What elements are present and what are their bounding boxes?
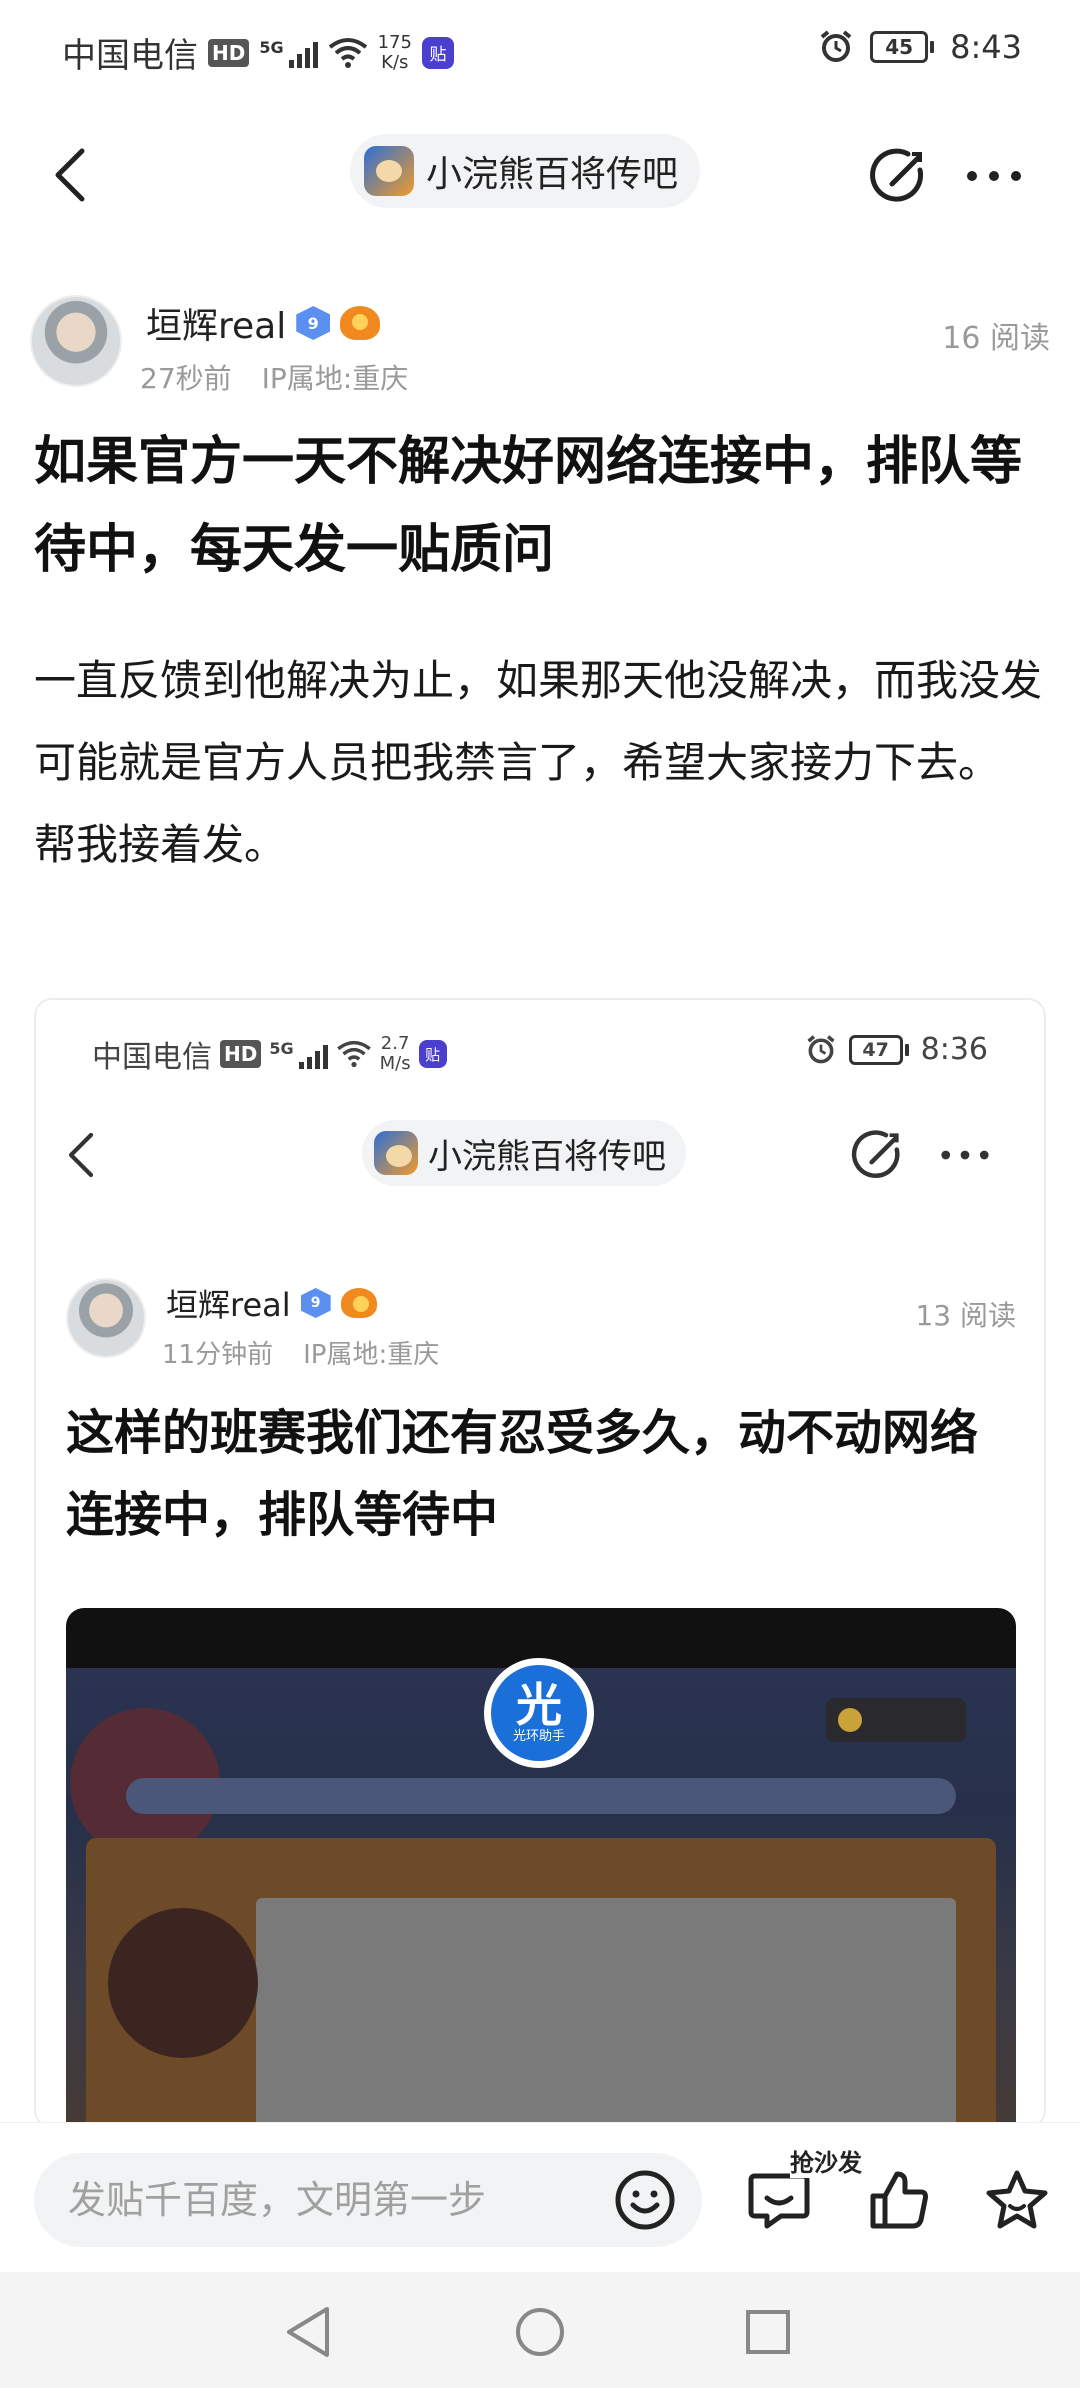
embedded-post-meta: 11分钟前 IP属地:重庆	[162, 1334, 439, 1371]
embedded-hd-badge: HD	[220, 1040, 262, 1068]
post-body: 一直反馈到他解决为止，如果那天他没解决，而我没发可能就是官方人员把我禁言了，希望…	[34, 656, 1043, 869]
forum-avatar	[364, 146, 414, 196]
system-recents-button[interactable]	[738, 2302, 798, 2362]
game-dialog	[256, 1898, 956, 2126]
more-button[interactable]	[962, 144, 1026, 208]
wifi-icon	[328, 37, 367, 68]
embedded-battery-icon: 47	[848, 1034, 909, 1065]
ip-location: IP属地:重庆	[261, 362, 409, 395]
back-button[interactable]	[40, 140, 100, 210]
avatar[interactable]	[30, 295, 122, 387]
like-button[interactable]	[862, 2163, 936, 2237]
emoji-icon	[615, 2170, 675, 2230]
system-nav-bar	[0, 2272, 1080, 2388]
status-bar: 中国电信 HD 5G 175 K/s 贴 45 8:43	[0, 0, 1080, 110]
embedded-medal-icon	[340, 1288, 377, 1318]
embedded-status-right: 47 8:36	[805, 1032, 988, 1067]
embedded-read-count: 13 阅读	[915, 1299, 1016, 1332]
edit-icon	[870, 148, 924, 202]
thumbs-up-icon	[870, 2171, 928, 2229]
hd-badge: HD	[208, 38, 250, 67]
star-icon	[986, 2170, 1048, 2229]
embedded-author-row: 垣辉real 9 11分钟前 IP属地:重庆 13 阅读	[66, 1278, 1016, 1371]
battery-icon: 45	[870, 31, 935, 63]
embedded-net-speed-unit: M/s	[379, 1053, 411, 1074]
forum-name-pill[interactable]: 小浣熊百将传吧	[350, 134, 701, 208]
embedded-back-arrow-icon	[68, 1132, 94, 1178]
embedded-status-left: 中国电信 HD 5G 2.7 M/s 贴	[92, 1032, 447, 1076]
embedded-battery-level: 47	[848, 1034, 903, 1065]
embedded-author-name: 垣辉real	[166, 1286, 291, 1324]
embedded-forum-name: 小浣熊百将传吧	[428, 1136, 666, 1177]
alarm-icon	[820, 30, 852, 62]
post-meta: 27秒前 IP属地:重庆	[140, 357, 408, 397]
system-home-button[interactable]	[510, 2302, 570, 2362]
embedded-post-title: 这样的班赛我们还有忍受多久，动不动网络连接中，排队等待中	[66, 1405, 979, 1543]
back-arrow-icon	[55, 148, 85, 202]
embedded-nav-bar: 小浣熊百将传吧	[36, 1112, 1044, 1202]
embedded-ip-location: IP属地:重庆	[303, 1340, 440, 1370]
embedded-signal-icon: 5G	[269, 1039, 328, 1069]
net-speed-unit: K/s	[381, 51, 409, 73]
embedded-avatar	[66, 1278, 146, 1358]
forum-name: 小浣熊百将传吧	[426, 154, 679, 195]
system-back-button[interactable]	[278, 2302, 338, 2362]
embedded-net-type: 5G	[269, 1039, 294, 1058]
embedded-edit-icon	[851, 1130, 900, 1179]
embedded-level-badge: 9	[300, 1288, 331, 1318]
embedded-net-speed-value: 2.7	[380, 1033, 410, 1054]
embedded-net-speed: 2.7 M/s	[380, 1034, 411, 1074]
net-speed-value: 175	[377, 31, 412, 53]
embedded-clock: 8:36	[920, 1032, 988, 1067]
read-count: 16 阅读	[942, 321, 1050, 356]
app-logo-char: 光	[516, 1678, 562, 1732]
grab-sofa-label: 抢沙发	[790, 2143, 862, 2178]
embedded-alarm-icon	[807, 1034, 835, 1063]
app-logo-text: 光环助手	[512, 1729, 565, 1744]
status-right: 45 8:43	[818, 28, 1022, 66]
embedded-forum-avatar	[374, 1131, 418, 1175]
net-speed: 175 K/s	[377, 31, 412, 73]
post-title: 如果官方一天不解决好网络连接中，排队等待中，每天发一贴质问	[34, 432, 1023, 580]
embedded-author-name-row: 垣辉real 9	[166, 1280, 377, 1326]
post-time: 27秒前	[140, 362, 232, 395]
clock: 8:43	[950, 28, 1022, 66]
square-recents-icon	[746, 2310, 790, 2354]
circle-home-icon	[516, 2308, 564, 2356]
post-author-row: 垣辉real 9 27秒前 IP属地:重庆 16 阅读	[30, 295, 1050, 395]
carrier-label: 中国电信	[62, 36, 198, 76]
signal-icon: 5G	[259, 37, 318, 68]
game-search-bar	[126, 1778, 956, 1814]
game-coin-badge	[826, 1698, 966, 1742]
embedded-more-icon	[941, 1150, 989, 1160]
embedded-wifi-icon	[336, 1040, 371, 1068]
favorite-button[interactable]	[980, 2163, 1054, 2237]
embedded-status-bar: 中国电信 HD 5G 2.7 M/s 贴 47 8:36	[36, 1000, 1044, 1080]
triangle-back-icon	[287, 2307, 329, 2357]
author-name[interactable]: 垣辉real	[146, 297, 286, 349]
tieba-notification-icon: 贴	[421, 36, 454, 69]
bottom-action-bar: 抢沙发	[0, 2122, 1080, 2272]
embedded-post-time: 11分钟前	[162, 1340, 274, 1370]
embedded-forum-pill: 小浣熊百将传吧	[362, 1120, 686, 1186]
embedded-screenshot[interactable]: 中国电信 HD 5G 2.7 M/s 贴 47 8:36 小浣熊百将传吧 垣辉r…	[34, 998, 1046, 2128]
embedded-carrier: 中国电信	[92, 1040, 212, 1075]
app-logo-icon: 光 光环助手	[484, 1658, 594, 1768]
embedded-tieba-icon: 贴	[418, 1040, 447, 1068]
edit-button[interactable]	[866, 144, 930, 208]
top-nav-bar: 小浣熊百将传吧	[0, 120, 1080, 230]
comment-input[interactable]	[34, 2153, 702, 2247]
status-left: 中国电信 HD 5G 175 K/s 贴	[62, 28, 454, 77]
more-icon	[967, 171, 1021, 181]
game-avatar-ring	[108, 1908, 258, 2058]
emoji-button[interactable]	[612, 2167, 678, 2233]
net-type-label: 5G	[259, 37, 284, 57]
author-name-row[interactable]: 垣辉real 9	[146, 297, 381, 349]
battery-level: 45	[870, 31, 929, 63]
medal-icon	[340, 306, 381, 340]
embedded-game-screenshot: 光 光环助手	[66, 1608, 1016, 2126]
level-badge: 9	[296, 306, 331, 340]
